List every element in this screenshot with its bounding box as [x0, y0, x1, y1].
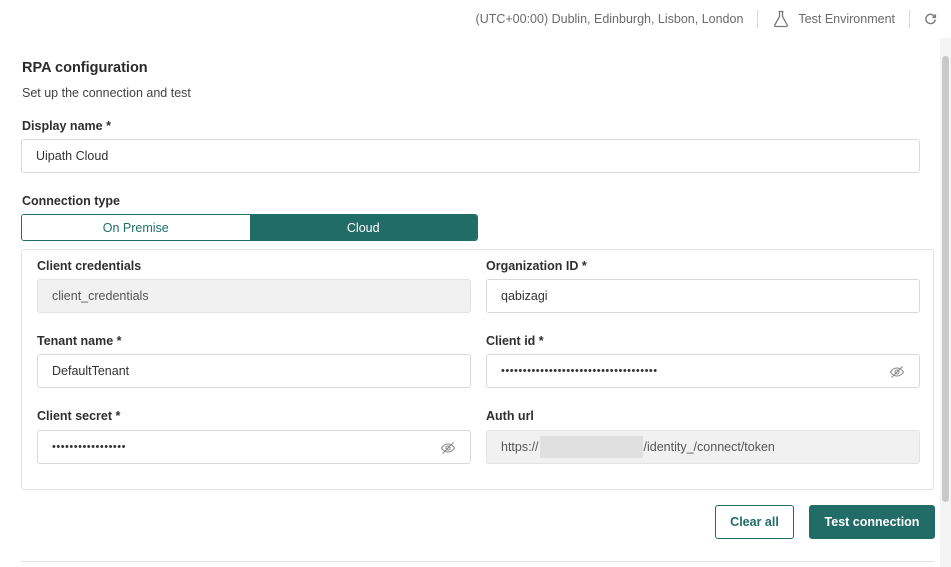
scrollbar-thumb[interactable]	[942, 56, 949, 502]
display-name-value: Uipath Cloud	[36, 149, 109, 163]
divider	[21, 561, 934, 562]
client-credentials-value: client_credentials	[52, 289, 149, 303]
tenant-name-label: Tenant name *	[37, 334, 122, 348]
test-connection-button[interactable]: Test connection	[809, 505, 935, 539]
top-bar: (UTC+00:00) Dublin, Edinburgh, Lisbon, L…	[0, 0, 951, 38]
client-credentials-label: Client credentials	[37, 259, 142, 273]
divider	[757, 10, 759, 28]
client-secret-value: •••••••••••••••••	[52, 441, 126, 453]
auth-url-suffix: /identity_/connect/token	[643, 440, 775, 454]
page-title: RPA configuration	[22, 60, 148, 76]
auth-url-prefix: https://	[501, 440, 539, 454]
organization-id-label: Organization ID *	[486, 259, 587, 273]
client-id-label: Client id *	[486, 334, 544, 348]
connection-type-toggle: On Premise Cloud	[21, 214, 478, 241]
environment-label: Test Environment	[798, 12, 895, 26]
client-id-input[interactable]: ••••••••••••••••••••••••••••••••••••	[486, 354, 920, 388]
display-name-input[interactable]: Uipath Cloud	[21, 139, 920, 173]
auth-url-label: Auth url	[486, 409, 534, 423]
client-id-value: ••••••••••••••••••••••••••••••••••••	[501, 365, 658, 377]
redacted-block	[539, 436, 643, 458]
auth-url-field: https:// /identity_/connect/token	[486, 430, 920, 464]
organization-id-value: qabizagi	[501, 289, 548, 303]
organization-id-input[interactable]: qabizagi	[486, 279, 920, 313]
hide-password-toggle[interactable]	[889, 364, 905, 383]
refresh-icon	[925, 13, 937, 24]
refresh-button[interactable]	[924, 13, 937, 26]
eye-off-icon	[440, 442, 456, 454]
client-secret-label: Client secret *	[37, 409, 121, 423]
cloud-option[interactable]: Cloud	[249, 215, 477, 240]
tenant-name-value: DefaultTenant	[52, 364, 130, 378]
client-credentials-field: client_credentials	[37, 279, 471, 313]
flask-icon	[774, 10, 789, 28]
page-subtitle: Set up the connection and test	[22, 86, 191, 100]
connection-type-label: Connection type	[22, 194, 120, 208]
environment-indicator[interactable]: Test Environment	[772, 10, 895, 28]
tenant-name-input[interactable]: DefaultTenant	[37, 354, 471, 388]
display-name-label: Display name *	[22, 119, 111, 133]
eye-off-icon	[889, 366, 905, 378]
clear-all-button[interactable]: Clear all	[715, 505, 794, 539]
client-secret-input[interactable]: •••••••••••••••••	[37, 430, 471, 464]
timezone-label: (UTC+00:00) Dublin, Edinburgh, Lisbon, L…	[475, 12, 744, 26]
on-premise-option[interactable]: On Premise	[22, 215, 250, 240]
divider	[909, 10, 910, 28]
hide-password-toggle[interactable]	[440, 440, 456, 459]
